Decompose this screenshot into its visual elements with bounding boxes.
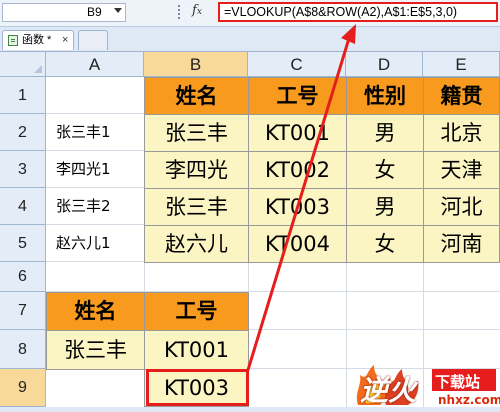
watermark-logo: 逆火 下载站 nhxz.com xyxy=(352,363,500,407)
brand-name: 逆火 xyxy=(360,374,417,407)
brand-domain: nhxz.com xyxy=(438,393,500,407)
arrow-head xyxy=(341,24,356,44)
arrow-line xyxy=(246,34,352,371)
brand-tag: 下载站 xyxy=(435,373,481,391)
annotation-arrow xyxy=(246,24,356,371)
